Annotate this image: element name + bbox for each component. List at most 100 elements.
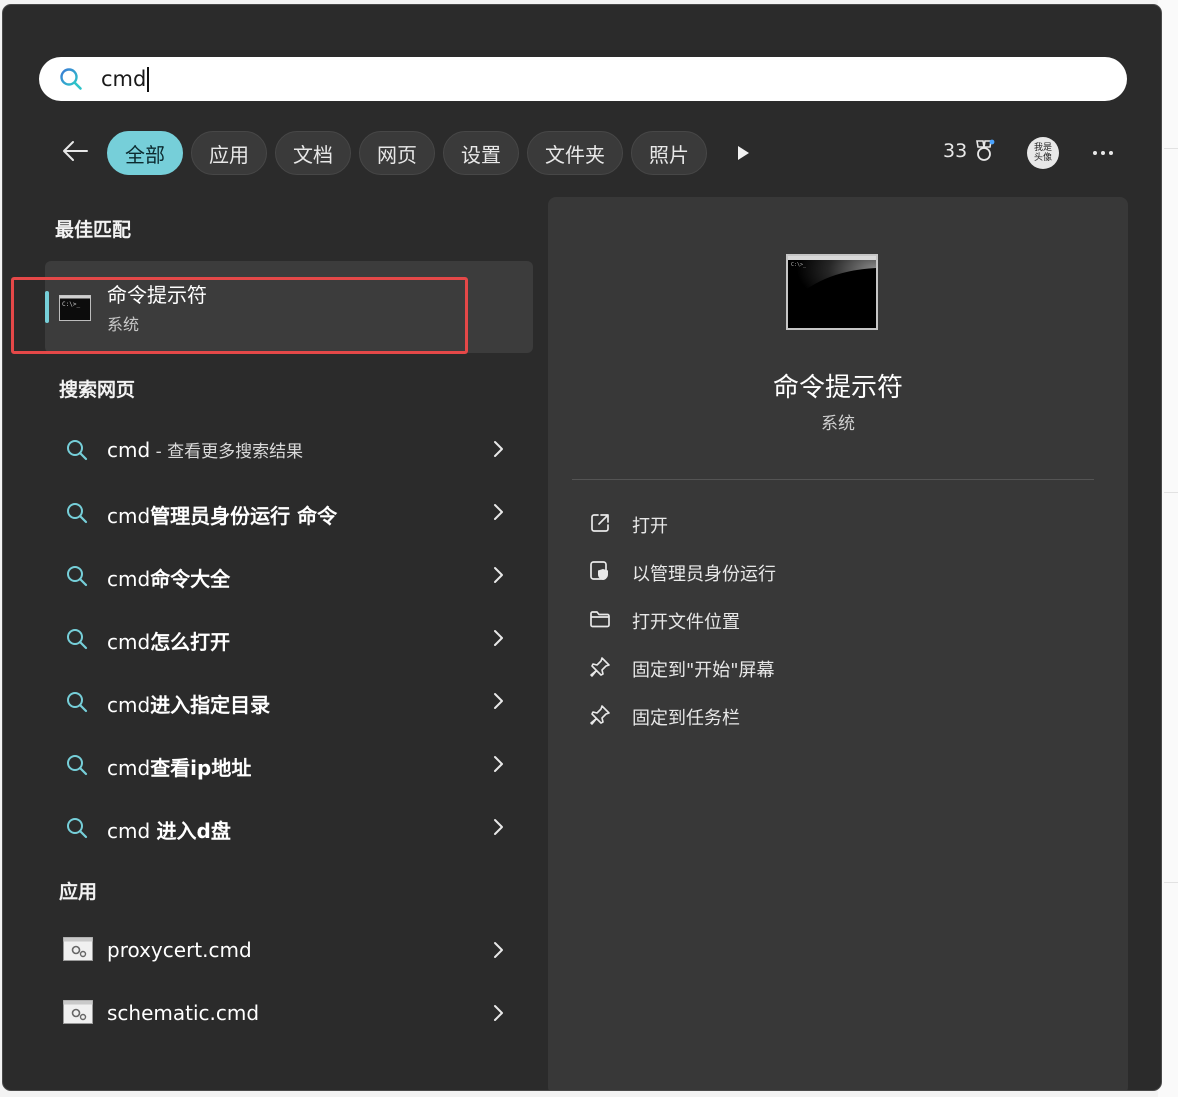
ellipsis-icon (1093, 151, 1113, 155)
action-pin-to-start[interactable]: 固定到"开始"屏幕 (578, 649, 1098, 685)
web-search-label: cmd命令大全 (107, 563, 230, 592)
web-search-label: cmd怎么打开 (107, 626, 230, 655)
folder-icon (588, 607, 612, 635)
web-search-label: cmd进入指定目录 (107, 689, 270, 718)
pin-icon (588, 655, 612, 683)
web-search-item[interactable]: cmd管理员身份运行 命令 (45, 486, 533, 540)
query-text: cmd (107, 567, 151, 591)
query-completion: 命令大全 (150, 567, 231, 591)
search-icon (65, 564, 89, 592)
search-icon (65, 753, 89, 781)
cmd-script-icon (63, 1000, 93, 1028)
arrow-left-icon (63, 141, 88, 161)
action-label: 固定到任务栏 (632, 708, 740, 729)
annotation-highlight-box (11, 277, 468, 354)
chevron-right-icon[interactable] (491, 439, 505, 463)
web-search-item[interactable]: cmd - 查看更多搜索结果 (45, 423, 533, 477)
query-text: cmd (107, 630, 151, 654)
command-prompt-preview-icon: C:\>_ (786, 254, 878, 330)
section-title-best-match: 最佳匹配 (55, 219, 132, 241)
web-search-item[interactable]: cmd查看ip地址 (45, 738, 533, 792)
avatar-text: 我是头像 (1033, 143, 1052, 163)
filter-tabs: 全部 应用 文档 网页 设置 文件夹 照片 (107, 131, 707, 175)
preview-prompt-text: C:\>_ (791, 262, 807, 268)
chevron-right-icon[interactable] (491, 628, 505, 652)
app-label: proxycert.cmd (107, 938, 252, 962)
query-suffix: - 查看更多搜索结果 (150, 442, 304, 462)
search-icon (65, 501, 89, 529)
back-button[interactable] (55, 131, 95, 171)
search-icon (65, 690, 89, 718)
filter-tab-all[interactable]: 全部 (107, 131, 183, 175)
action-open[interactable]: 打开 (578, 505, 1098, 541)
background-divider (1164, 882, 1178, 883)
divider (572, 479, 1094, 480)
filter-tab-web[interactable]: 网页 (359, 131, 435, 175)
action-pin-to-taskbar[interactable]: 固定到任务栏 (578, 697, 1098, 733)
search-input[interactable] (101, 62, 1101, 96)
action-label: 以管理员身份运行 (632, 564, 776, 585)
chevron-right-icon[interactable] (491, 1003, 505, 1027)
web-search-label: cmd - 查看更多搜索结果 (107, 437, 303, 462)
detail-pane: C:\>_ 命令提示符 系统 打开 以管理员身份运行 打开文件位置 固定到"开始… (548, 197, 1128, 1090)
search-bar[interactable] (39, 57, 1127, 101)
rewards-medal-icon (976, 139, 995, 161)
filter-tab-apps[interactable]: 应用 (191, 131, 267, 175)
query-text: cmd (107, 438, 151, 462)
section-title-apps: 应用 (59, 881, 98, 903)
web-search-item[interactable]: cmd怎么打开 (45, 612, 533, 666)
search-icon (65, 816, 89, 844)
text-caret (147, 67, 149, 92)
admin-shield-icon (588, 559, 612, 587)
start-search-panel: 全部 应用 文档 网页 设置 文件夹 照片 33 我是头像 最佳匹配 (2, 4, 1162, 1091)
chevron-right-icon[interactable] (491, 502, 505, 526)
search-icon (59, 67, 83, 95)
app-item-proxycert[interactable]: proxycert.cmd (45, 924, 533, 978)
web-search-label: cmd管理员身份运行 命令 (107, 500, 337, 529)
web-search-item[interactable]: cmd进入指定目录 (45, 675, 533, 729)
detail-title: 命令提示符 (772, 373, 903, 403)
action-label: 打开文件位置 (632, 612, 740, 633)
query-text: cmd (107, 504, 151, 528)
query-completion: 管理员身份运行 命令 (150, 504, 338, 528)
filter-tab-documents[interactable]: 文档 (275, 131, 351, 175)
action-open-file-location[interactable]: 打开文件位置 (578, 601, 1098, 637)
chevron-right-icon[interactable] (491, 754, 505, 778)
app-label: schematic.cmd (107, 1001, 260, 1025)
detail-subtitle: 系统 (821, 414, 855, 434)
filter-tab-settings[interactable]: 设置 (443, 131, 519, 175)
chevron-right-icon[interactable] (491, 691, 505, 715)
background-divider (1164, 148, 1178, 149)
action-label: 固定到"开始"屏幕 (632, 660, 775, 681)
app-item-schematic[interactable]: schematic.cmd (45, 987, 533, 1041)
filter-tab-folders[interactable]: 文件夹 (527, 131, 623, 175)
query-text: cmd (107, 819, 157, 843)
search-icon (65, 438, 89, 466)
pin-icon (588, 703, 612, 731)
section-title-web-search: 搜索网页 (59, 379, 136, 401)
chevron-right-icon[interactable] (491, 817, 505, 841)
avatar[interactable]: 我是头像 (1027, 137, 1059, 169)
action-run-as-admin[interactable]: 以管理员身份运行 (578, 553, 1098, 589)
query-text: cmd (107, 693, 151, 717)
more-options-button[interactable] (1087, 137, 1119, 169)
query-text: cmd (107, 756, 151, 780)
play-icon (738, 146, 749, 160)
web-search-item[interactable]: cmd命令大全 (45, 549, 533, 603)
query-completion: 查看ip地址 (150, 756, 252, 780)
query-completion: 怎么打开 (150, 630, 231, 654)
chevron-right-icon[interactable] (491, 940, 505, 964)
open-external-icon (588, 511, 612, 539)
chevron-right-icon[interactable] (491, 565, 505, 589)
web-search-item[interactable]: cmd 进入d盘 (45, 801, 533, 855)
cmd-script-icon (63, 937, 93, 965)
points-count: 33 (943, 140, 968, 162)
filter-tab-photos[interactable]: 照片 (631, 131, 707, 175)
rewards-points[interactable]: 33 (943, 139, 995, 163)
query-completion: 进入d盘 (156, 819, 231, 843)
more-filters-button[interactable] (731, 141, 755, 165)
web-search-label: cmd查看ip地址 (107, 752, 251, 781)
web-search-label: cmd 进入d盘 (107, 815, 231, 844)
query-completion: 进入指定目录 (150, 693, 271, 717)
action-label: 打开 (632, 516, 668, 537)
